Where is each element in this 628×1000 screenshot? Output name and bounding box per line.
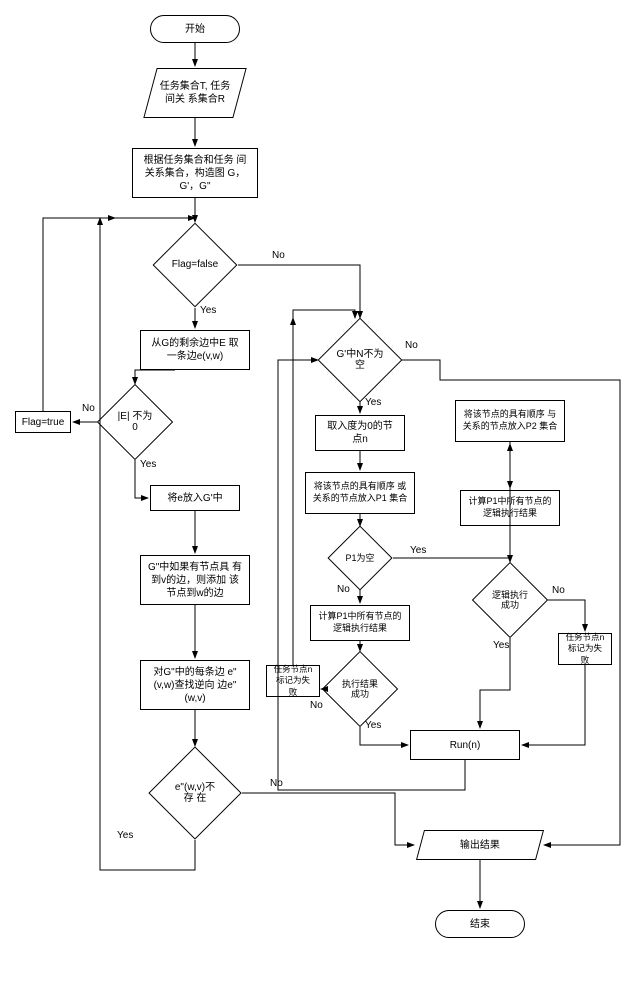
label-output: 输出结果 bbox=[460, 839, 500, 852]
process-construct: 根据任务集合和任务 间关系集合，构造图 G，G'，G" bbox=[132, 148, 258, 198]
process-foreachedge: 对G"中的每条边 e"(v,w)查找逆向 边e"(w,v) bbox=[140, 660, 250, 710]
label-takeedge: 从G的剩余边中E 取一条边e(v,w) bbox=[147, 337, 243, 363]
label-seqorrel: 将该节点的具有顺序 或关系的节点放入P1 集合 bbox=[312, 481, 408, 504]
edge-label-yes: Yes bbox=[365, 397, 381, 408]
edge-label-no: No bbox=[270, 778, 283, 789]
label-gdouble: G"中如果有节点具 有到v的边，则添加 该节点到w的边 bbox=[147, 561, 243, 600]
label-execok: 执行结果成功 bbox=[341, 679, 379, 700]
edge-label-no: No bbox=[552, 585, 565, 596]
label-putp2: 将该节点的具有顺序 与关系的节点放入P2 集合 bbox=[462, 409, 558, 432]
label-start: 开始 bbox=[185, 23, 205, 36]
label-enotzero: |E| 不为0 bbox=[116, 411, 154, 434]
process-calcp1: 计算P1中所有节点的 逻辑执行结果 bbox=[310, 605, 410, 641]
edge-label-no: No bbox=[82, 403, 95, 414]
label-takenode: 取入度为0的节 点n bbox=[322, 420, 398, 446]
label-wvnotexist: e"(w,v)不存 在 bbox=[170, 782, 220, 805]
process-flagtrue: Flag=true bbox=[15, 411, 71, 433]
decision-execok: 执行结果成功 bbox=[333, 662, 387, 716]
label-construct: 根据任务集合和任务 间关系集合，构造图 G，G'，G" bbox=[139, 154, 251, 193]
edge-label-yes: Yes bbox=[200, 305, 216, 316]
decision-gpn: G'中N不为空 bbox=[330, 330, 390, 390]
label-gpn: G'中N不为空 bbox=[332, 349, 388, 372]
process-seqorrel: 将该节点的具有顺序 或关系的节点放入P1 集合 bbox=[305, 472, 415, 514]
process-taskfail1: 任务节点n 标记为失败 bbox=[266, 665, 320, 697]
edge-label-yes: Yes bbox=[493, 640, 509, 651]
decision-flagcheck: Flag=false bbox=[165, 235, 225, 295]
label-input: 任务集合T, 任务间关 系集合R bbox=[157, 80, 233, 106]
decision-enotzero: |E| 不为0 bbox=[108, 395, 162, 449]
edge-label-yes: Yes bbox=[117, 830, 133, 841]
label-pute: 将e放入G'中 bbox=[167, 492, 222, 505]
edge-label-no: No bbox=[272, 250, 285, 261]
process-taskfail2: 任务节点n 标记为失败 bbox=[558, 633, 612, 665]
terminator-start: 开始 bbox=[150, 15, 240, 43]
label-taskfail1: 任务节点n 标记为失败 bbox=[273, 664, 313, 697]
label-p1empty: P1为空 bbox=[345, 553, 374, 563]
process-calcp1b: 计算P1中所有节点的 逻辑执行结果 bbox=[460, 490, 560, 526]
edge-label-no: No bbox=[310, 700, 323, 711]
label-taskfail2: 任务节点n 标记为失败 bbox=[565, 632, 605, 665]
process-takeedge: 从G的剩余边中E 取一条边e(v,w) bbox=[140, 330, 250, 370]
edge-label-yes: Yes bbox=[140, 459, 156, 470]
io-input: 任务集合T, 任务间关 系集合R bbox=[143, 68, 246, 118]
process-putp2: 将该节点的具有顺序 与关系的节点放入P2 集合 bbox=[455, 400, 565, 442]
edge-label-no: No bbox=[337, 584, 350, 595]
decision-logicok: 逻辑执行成功 bbox=[483, 573, 537, 627]
label-run: Run(n) bbox=[450, 739, 481, 752]
process-gdouble: G"中如果有节点具 有到v的边，则添加 该节点到w的边 bbox=[140, 555, 250, 605]
io-output: 输出结果 bbox=[416, 830, 544, 860]
label-calcp1b: 计算P1中所有节点的 逻辑执行结果 bbox=[467, 496, 553, 519]
process-pute: 将e放入G'中 bbox=[150, 485, 240, 511]
label-foreachedge: 对G"中的每条边 e"(v,w)查找逆向 边e"(w,v) bbox=[147, 666, 243, 705]
decision-wvnotexist: e"(w,v)不存 在 bbox=[162, 760, 228, 826]
edge-label-yes: Yes bbox=[410, 545, 426, 556]
process-run: Run(n) bbox=[410, 730, 520, 760]
label-flagtrue: Flag=true bbox=[22, 416, 65, 429]
decision-p1empty: P1为空 bbox=[337, 535, 383, 581]
edge-label-yes: Yes bbox=[365, 720, 381, 731]
flowchart-canvas: 开始 任务集合T, 任务间关 系集合R 根据任务集合和任务 间关系集合，构造图 … bbox=[0, 0, 628, 1000]
label-end: 结束 bbox=[470, 918, 490, 931]
process-takenode: 取入度为0的节 点n bbox=[315, 415, 405, 451]
label-flagcheck: Flag=false bbox=[172, 259, 218, 271]
label-calcp1: 计算P1中所有节点的 逻辑执行结果 bbox=[317, 611, 403, 634]
edge-label-no: No bbox=[405, 340, 418, 351]
terminator-end: 结束 bbox=[435, 910, 525, 938]
label-logicok: 逻辑执行成功 bbox=[491, 590, 529, 611]
